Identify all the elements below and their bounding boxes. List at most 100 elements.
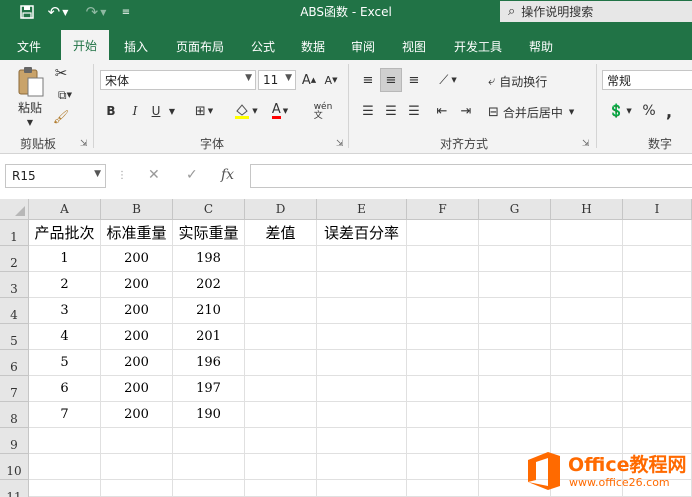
cell-f7[interactable]	[407, 376, 479, 402]
cell-g1[interactable]	[479, 220, 551, 246]
cell-c7[interactable]: 197	[173, 376, 245, 402]
comma-style-button[interactable]: ,	[662, 101, 676, 121]
increase-font-size-icon[interactable]: A ▲	[300, 70, 318, 90]
cell-h7[interactable]	[551, 376, 623, 402]
column-header-c[interactable]: C	[173, 199, 245, 220]
cell-c8[interactable]: 190	[173, 402, 245, 428]
cell-b2[interactable]: 200	[101, 246, 173, 272]
row-header[interactable]: 1	[0, 220, 29, 246]
bold-button[interactable]: B	[102, 101, 120, 121]
align-left-icon[interactable]: ☰	[358, 101, 378, 121]
cell-g8[interactable]	[479, 402, 551, 428]
tab-insert[interactable]: 插入	[116, 32, 156, 60]
wrap-text-button[interactable]: ⤶ 自动换行	[488, 70, 568, 92]
cell-c11[interactable]	[173, 480, 245, 497]
tab-developer[interactable]: 开发工具	[446, 32, 510, 60]
italic-button[interactable]: I	[126, 101, 144, 121]
enter-icon[interactable]: ✓	[186, 167, 198, 183]
cell-i5[interactable]	[623, 324, 692, 350]
cell-c10[interactable]	[173, 454, 245, 480]
cell-h1[interactable]	[551, 220, 623, 246]
formula-input[interactable]	[250, 164, 692, 188]
column-header-i[interactable]: I	[623, 199, 692, 220]
cell-d2[interactable]	[245, 246, 317, 272]
cell-h5[interactable]	[551, 324, 623, 350]
cell-d4[interactable]	[245, 298, 317, 324]
cell-c4[interactable]: 210	[173, 298, 245, 324]
cell-d8[interactable]	[245, 402, 317, 428]
align-middle-icon[interactable]: ≡	[380, 68, 402, 92]
paste-button[interactable]: 粘贴	[14, 98, 46, 116]
column-header-f[interactable]: F	[407, 199, 479, 220]
cell-e9[interactable]	[317, 428, 407, 454]
cell-h2[interactable]	[551, 246, 623, 272]
cell-a2[interactable]: 1	[29, 246, 101, 272]
cell-b1[interactable]: 标准重量	[101, 220, 173, 246]
column-header-d[interactable]: D	[245, 199, 317, 220]
cell-a5[interactable]: 4	[29, 324, 101, 350]
cell-a10[interactable]	[29, 454, 101, 480]
cell-e3[interactable]	[317, 272, 407, 298]
borders-icon[interactable]: ⊞ ▼	[190, 101, 218, 121]
align-center-icon[interactable]: ☰	[381, 101, 401, 121]
cell-a4[interactable]: 3	[29, 298, 101, 324]
cell-g7[interactable]	[479, 376, 551, 402]
row-header[interactable]: 2	[0, 246, 29, 272]
cell-g2[interactable]	[479, 246, 551, 272]
cell-c2[interactable]: 198	[173, 246, 245, 272]
cell-f5[interactable]	[407, 324, 479, 350]
row-header[interactable]: 7	[0, 376, 29, 402]
cell-f2[interactable]	[407, 246, 479, 272]
cell-a6[interactable]: 5	[29, 350, 101, 376]
cell-d7[interactable]	[245, 376, 317, 402]
cell-f6[interactable]	[407, 350, 479, 376]
row-header[interactable]: 11	[0, 480, 29, 497]
cell-b9[interactable]	[101, 428, 173, 454]
cell-b6[interactable]: 200	[101, 350, 173, 376]
cell-i7[interactable]	[623, 376, 692, 402]
tab-review[interactable]: 审阅	[344, 32, 382, 60]
column-header-g[interactable]: G	[479, 199, 551, 220]
alignment-launcher-icon[interactable]: ⇲	[582, 139, 590, 149]
cell-i4[interactable]	[623, 298, 692, 324]
font-launcher-icon[interactable]: ⇲	[336, 139, 344, 149]
cell-h6[interactable]	[551, 350, 623, 376]
cell-d9[interactable]	[245, 428, 317, 454]
column-header-b[interactable]: B	[101, 199, 173, 220]
cell-f1[interactable]	[407, 220, 479, 246]
align-bottom-icon[interactable]: ≡	[404, 70, 424, 90]
accounting-format-icon[interactable]: 💲 ▼	[604, 101, 636, 121]
column-header-a[interactable]: A	[29, 199, 101, 220]
row-header[interactable]: 9	[0, 428, 29, 454]
row-header[interactable]: 5	[0, 324, 29, 350]
cell-i1[interactable]	[623, 220, 692, 246]
cell-e4[interactable]	[317, 298, 407, 324]
underline-button[interactable]: U	[148, 101, 164, 121]
cell-e6[interactable]	[317, 350, 407, 376]
cell-h3[interactable]	[551, 272, 623, 298]
font-name-combo[interactable]: 宋体 ▼	[100, 70, 256, 90]
cell-d11[interactable]	[245, 480, 317, 497]
cancel-icon[interactable]: ✕	[148, 167, 160, 183]
paste-dropdown-icon[interactable]: ▼	[20, 116, 40, 128]
formula-bar-options-icon[interactable]: ⋮	[117, 170, 127, 181]
cell-e1[interactable]: 误差百分率	[317, 220, 407, 246]
cell-g5[interactable]	[479, 324, 551, 350]
row-header[interactable]: 6	[0, 350, 29, 376]
decrease-font-size-icon[interactable]: A ▼	[322, 70, 340, 90]
copy-icon[interactable]: ⧉ ▼	[52, 86, 78, 104]
cell-b8[interactable]: 200	[101, 402, 173, 428]
cell-d10[interactable]	[245, 454, 317, 480]
cell-b11[interactable]	[101, 480, 173, 497]
cell-i2[interactable]	[623, 246, 692, 272]
cell-g3[interactable]	[479, 272, 551, 298]
tab-file[interactable]: 文件	[8, 32, 50, 60]
column-header-h[interactable]: H	[551, 199, 623, 220]
merge-center-button[interactable]: ⊟ 合并后居中 ▼	[488, 101, 588, 123]
tab-home[interactable]: 开始	[61, 30, 109, 60]
cell-f11[interactable]	[407, 480, 479, 497]
format-painter-icon[interactable]: 🖌	[52, 108, 70, 126]
cell-b10[interactable]	[101, 454, 173, 480]
cell-f4[interactable]	[407, 298, 479, 324]
cell-e7[interactable]	[317, 376, 407, 402]
